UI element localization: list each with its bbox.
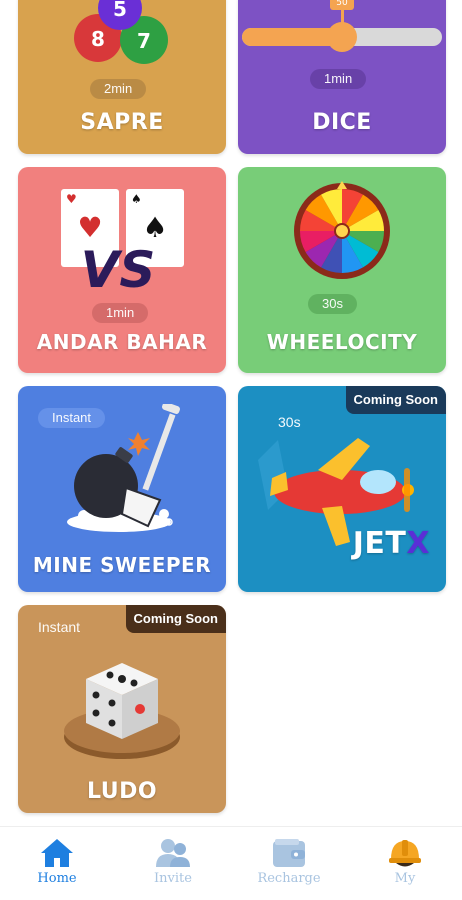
bomb-shovel-illustration <box>67 404 180 532</box>
timer-badge: 30s <box>278 414 301 430</box>
game-title: ANDAR BAHAR <box>36 330 208 354</box>
game-title: SAPRE <box>80 110 164 135</box>
game-card-mine-sweeper[interactable]: Instant MINE SWEEPER <box>18 386 226 592</box>
svg-text:♠: ♠ <box>142 211 167 244</box>
game-card-wheelocity[interactable]: 30s WHEELOCITY <box>238 167 446 373</box>
ball-5: 5 <box>113 0 127 21</box>
speed-slider-illustration: 50 <box>242 0 442 52</box>
game-card-andar-bahar[interactable]: ♥ ♥ ♠ ♠ VS 1min ANDAR BAHAR <box>18 167 226 373</box>
coming-soon-badge: Coming Soon <box>125 605 226 633</box>
svg-text:♥: ♥ <box>66 192 77 206</box>
game-card-dice[interactable]: 50 1min DICE <box>238 0 446 154</box>
dice-illustration <box>64 663 180 759</box>
game-card-jetx[interactable]: Coming Soon 30s JETX <box>238 386 446 592</box>
game-title: WHEELOCITY <box>266 330 418 354</box>
timer-badge: 1min <box>92 303 149 323</box>
nav-item-home[interactable]: Home <box>12 837 102 886</box>
cards-vs-illustration: ♥ ♥ ♠ ♠ VS <box>61 189 184 299</box>
game-title: LUDO <box>86 779 158 804</box>
game-title: DICE <box>312 110 372 135</box>
number-balls-illustration: 8 7 5 <box>74 0 168 64</box>
svg-text:VS: VS <box>81 241 156 299</box>
ball-8: 8 <box>91 27 105 51</box>
game-card-ludo[interactable]: Coming Soon Instant LUDO <box>18 605 226 813</box>
game-title: JETX <box>353 526 430 561</box>
wallet-icon <box>273 839 305 867</box>
helmet-icon <box>389 840 421 867</box>
nav-label: Invite <box>154 871 192 886</box>
timer-badge: 2min <box>90 79 147 99</box>
x-text: X <box>406 526 430 561</box>
nav-label: Recharge <box>257 871 321 886</box>
coming-soon-badge: Coming Soon <box>345 386 446 414</box>
nav-item-recharge[interactable]: Recharge <box>244 837 334 886</box>
timer-badge: Instant <box>38 619 81 635</box>
timer-badge: 1min <box>310 69 367 89</box>
home-icon <box>41 839 73 867</box>
spinning-wheel-illustration <box>294 181 390 279</box>
game-card-sapre[interactable]: 8 7 5 2min SAPRE <box>18 0 226 154</box>
ball-7: 7 <box>137 29 151 53</box>
nav-item-invite[interactable]: Invite <box>128 837 218 886</box>
timer-badge: 30s <box>308 294 357 314</box>
slider-value: 50 <box>336 0 348 8</box>
nav-item-my[interactable]: My <box>360 837 450 886</box>
jet-text: JET <box>352 526 407 561</box>
nav-label: My <box>394 871 416 886</box>
game-title: MINE SWEEPER <box>32 553 212 577</box>
invite-icon <box>156 839 190 867</box>
svg-text:♥: ♥ <box>77 211 102 244</box>
svg-text:♠: ♠ <box>131 192 142 206</box>
bottom-navigation: Home Invite Recharge My <box>0 826 462 900</box>
nav-label: Home <box>37 871 77 886</box>
